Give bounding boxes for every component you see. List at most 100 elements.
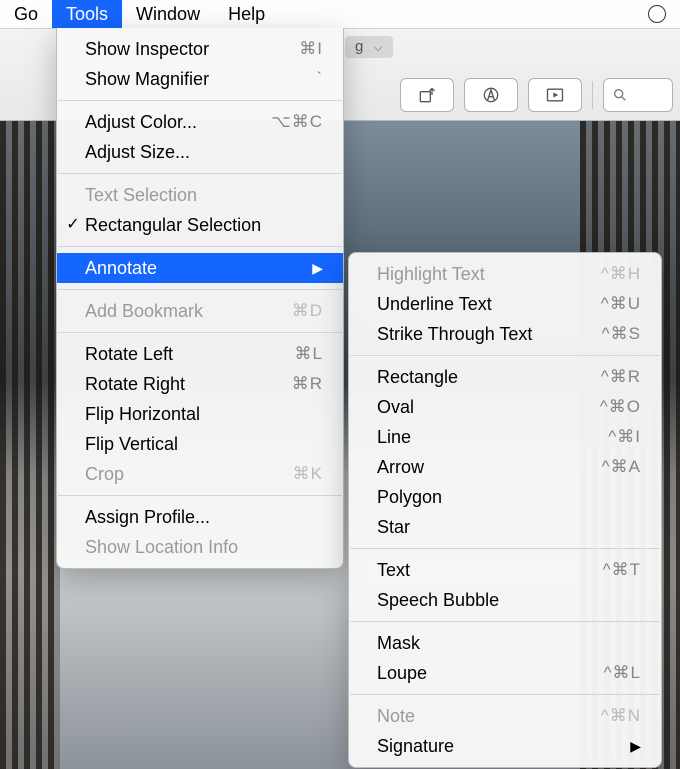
menu-separator — [58, 495, 342, 496]
menu-item-label: Polygon — [377, 482, 641, 512]
menu-item-label: Flip Vertical — [85, 429, 323, 459]
menu-item-shortcut: ⌘D — [292, 296, 323, 326]
menu-item-highlight-text: Highlight Text ^⌘H — [349, 259, 661, 289]
menu-item-label: Adjust Size... — [85, 137, 323, 167]
annotate-submenu: Highlight Text ^⌘H Underline Text ^⌘U St… — [348, 252, 662, 768]
menu-separator — [350, 355, 660, 356]
menu-item-shortcut: ⌥⌘C — [271, 107, 323, 137]
menubar-item-help[interactable]: Help — [214, 0, 279, 28]
menu-item-assign-profile[interactable]: Assign Profile... — [57, 502, 343, 532]
menu-item-signature[interactable]: Signature ▶ — [349, 731, 661, 761]
menu-item-shortcut: ^⌘T — [603, 555, 641, 585]
menu-separator — [58, 246, 342, 247]
menu-item-shortcut: ⌘L — [295, 339, 323, 369]
menu-item-rectangle[interactable]: Rectangle ^⌘R — [349, 362, 661, 392]
menu-item-rectangular-selection[interactable]: ✓ Rectangular Selection — [57, 210, 343, 240]
menu-item-label: Speech Bubble — [377, 585, 641, 615]
toolbar-separator — [592, 81, 593, 109]
menu-item-label: Assign Profile... — [85, 502, 323, 532]
menu-item-label: Flip Horizontal — [85, 399, 323, 429]
menu-item-line[interactable]: Line ^⌘I — [349, 422, 661, 452]
menu-item-label: Adjust Color... — [85, 107, 271, 137]
menu-item-add-bookmark: Add Bookmark ⌘D — [57, 296, 343, 326]
menubar-item-window[interactable]: Window — [122, 0, 214, 28]
menu-item-shortcut: ^⌘L — [604, 658, 641, 688]
check-icon: ✓ — [61, 210, 85, 240]
menu-item-label: Mask — [377, 628, 641, 658]
menu-item-shortcut: ^⌘I — [608, 422, 641, 452]
menu-item-label: Text — [377, 555, 603, 585]
menu-item-star[interactable]: Star — [349, 512, 661, 542]
menu-item-text[interactable]: Text ^⌘T — [349, 555, 661, 585]
menu-item-shortcut: ^⌘O — [600, 392, 641, 422]
status-circle-icon — [648, 5, 666, 23]
menu-separator — [58, 332, 342, 333]
menu-item-mask[interactable]: Mask — [349, 628, 661, 658]
menu-item-label: Show Location Info — [85, 532, 323, 562]
menu-item-label: Rectangle — [377, 362, 601, 392]
window-title-text: g — [355, 38, 363, 55]
menu-separator — [58, 289, 342, 290]
menu-item-label: Rectangular Selection — [85, 210, 323, 240]
toolbar-button-slideshow[interactable] — [528, 78, 582, 112]
submenu-arrow-icon: ▶ — [630, 731, 641, 761]
menubar-item-tools[interactable]: Tools — [52, 0, 122, 28]
menu-item-shortcut: ^⌘N — [601, 701, 641, 731]
menu-item-show-magnifier[interactable]: Show Magnifier ` — [57, 64, 343, 94]
menu-item-arrow[interactable]: Arrow ^⌘A — [349, 452, 661, 482]
menu-item-rotate-right[interactable]: Rotate Right ⌘R — [57, 369, 343, 399]
menu-item-label: Underline Text — [377, 289, 601, 319]
menu-item-flip-horizontal[interactable]: Flip Horizontal — [57, 399, 343, 429]
menu-item-label: Line — [377, 422, 608, 452]
menu-item-label: Note — [377, 701, 601, 731]
menu-item-shortcut: ` — [316, 64, 323, 94]
markup-icon — [481, 85, 501, 105]
rotate-icon — [417, 85, 437, 105]
menu-item-oval[interactable]: Oval ^⌘O — [349, 392, 661, 422]
menu-separator — [350, 548, 660, 549]
menu-item-adjust-color[interactable]: Adjust Color... ⌥⌘C — [57, 107, 343, 137]
menu-item-label: Show Magnifier — [85, 64, 316, 94]
menu-item-shortcut: ^⌘S — [602, 319, 641, 349]
menu-item-shortcut: ^⌘R — [601, 362, 641, 392]
menu-item-rotate-left[interactable]: Rotate Left ⌘L — [57, 339, 343, 369]
menu-item-label: Star — [377, 512, 641, 542]
menu-item-underline-text[interactable]: Underline Text ^⌘U — [349, 289, 661, 319]
menu-item-speech-bubble[interactable]: Speech Bubble — [349, 585, 661, 615]
menubar-item-go[interactable]: Go — [0, 0, 52, 28]
menu-item-show-location-info: Show Location Info — [57, 532, 343, 562]
menu-separator — [58, 100, 342, 101]
menu-item-label: Strike Through Text — [377, 319, 602, 349]
toolbar-button-markup[interactable] — [464, 78, 518, 112]
menu-item-label: Rotate Left — [85, 339, 295, 369]
menu-item-label: Rotate Right — [85, 369, 292, 399]
slideshow-icon — [545, 85, 565, 105]
menu-item-adjust-size[interactable]: Adjust Size... — [57, 137, 343, 167]
menu-item-strike-through-text[interactable]: Strike Through Text ^⌘S — [349, 319, 661, 349]
menu-item-flip-vertical[interactable]: Flip Vertical — [57, 429, 343, 459]
menu-separator — [350, 694, 660, 695]
menu-item-polygon[interactable]: Polygon — [349, 482, 661, 512]
menu-item-label: Oval — [377, 392, 600, 422]
menu-item-loupe[interactable]: Loupe ^⌘L — [349, 658, 661, 688]
chevron-down-icon: ⌵ — [374, 40, 383, 54]
menu-item-label: Annotate — [85, 253, 300, 283]
menu-item-label: Signature — [377, 731, 618, 761]
menu-item-shortcut: ⌘R — [292, 369, 323, 399]
menu-item-label: Loupe — [377, 658, 604, 688]
menu-item-note: Note ^⌘N — [349, 701, 661, 731]
submenu-arrow-icon: ▶ — [312, 253, 323, 283]
menu-separator — [58, 173, 342, 174]
menu-item-label: Arrow — [377, 452, 602, 482]
menu-item-label: Add Bookmark — [85, 296, 292, 326]
menu-item-crop: Crop ⌘K — [57, 459, 343, 489]
toolbar-search[interactable] — [603, 78, 673, 112]
tools-menu: Show Inspector ⌘I Show Magnifier ` Adjus… — [56, 28, 344, 569]
menu-item-annotate[interactable]: Annotate ▶ — [57, 253, 343, 283]
toolbar-button-rotate[interactable] — [400, 78, 454, 112]
window-title-dropdown[interactable]: g ⌵ — [345, 36, 393, 58]
menu-item-label: Text Selection — [85, 180, 323, 210]
menu-item-shortcut: ^⌘H — [601, 259, 641, 289]
search-icon — [612, 87, 628, 103]
menu-item-show-inspector[interactable]: Show Inspector ⌘I — [57, 34, 343, 64]
